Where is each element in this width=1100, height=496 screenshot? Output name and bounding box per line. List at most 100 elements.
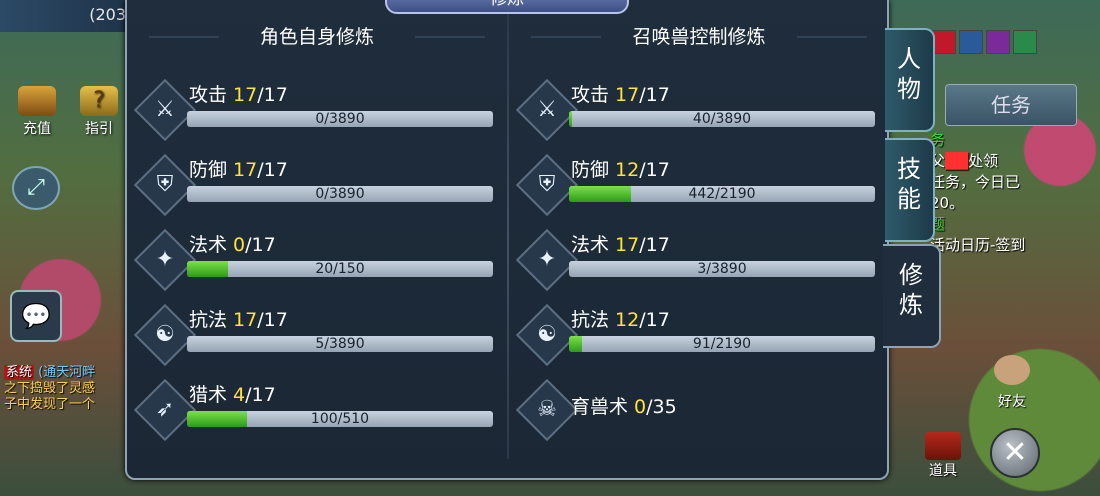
cultivation-level: 4 <box>233 384 246 406</box>
bow-icon: ➶ <box>133 378 197 442</box>
cultivation-max: /17 <box>245 384 276 406</box>
status-gem-bar <box>932 30 1037 56</box>
cultivation-level: 17 <box>233 309 258 331</box>
friends-button[interactable]: 好友 <box>990 355 1034 411</box>
guide-button[interactable]: ? 指引 <box>80 86 118 138</box>
cultivation-label: 攻击 17/17 <box>189 84 288 106</box>
cultivation-level: 17 <box>615 234 640 256</box>
quest-line: 务 <box>930 131 946 149</box>
cultivation-max: /17 <box>257 309 288 331</box>
tab-cultivation[interactable]: 修 炼 <box>883 244 941 348</box>
cultivation-max: /35 <box>646 396 677 418</box>
progress-text: 0/3890 <box>315 111 365 127</box>
cultivation-level: 0 <box>634 396 647 418</box>
quest-line: 任务，今日已 <box>930 173 1021 191</box>
quest-line: 20。 <box>930 194 965 212</box>
cultivation-name: 法术 <box>571 234 610 256</box>
cultivation-row[interactable]: ✦ 法术 17/17 3/3890 <box>515 228 875 294</box>
recharge-label: 充值 <box>23 121 51 137</box>
cultivation-level: 17 <box>233 84 258 106</box>
items-label: 道具 <box>929 463 957 479</box>
chat-system-tag: 系统 <box>4 365 35 380</box>
cultivation-max: /17 <box>639 84 670 106</box>
cultivation-level: 12 <box>615 159 640 181</box>
progress-text: 40/3890 <box>692 111 752 127</box>
cultivation-name: 法术 <box>189 234 228 256</box>
tab-skills[interactable]: 技 能 <box>885 138 935 242</box>
progress-bar: 40/3890 <box>569 111 875 127</box>
cultivation-name: 防御 <box>189 159 228 181</box>
sword-icon: ⚔ <box>515 78 579 142</box>
staff-icon: ✦ <box>515 228 579 292</box>
pet-cultivation-title: 召唤兽控制修炼 <box>509 22 889 49</box>
quest-line: 题 <box>930 215 946 233</box>
treasure-chest-icon <box>18 86 56 116</box>
cultivation-row[interactable]: ☯ 抗法 17/17 5/3890 <box>133 303 493 369</box>
recharge-button[interactable]: 充值 <box>18 86 56 138</box>
progress-bar: 3/3890 <box>569 261 875 277</box>
progress-bar: 5/3890 <box>187 336 493 352</box>
cultivation-max: /17 <box>639 159 670 181</box>
currency-value: (203 <box>89 5 126 24</box>
yin-yang-icon: ☯ <box>133 303 197 367</box>
currency-display: (203 <box>0 0 130 32</box>
progress-text: 442/2190 <box>688 186 756 202</box>
cultivation-row[interactable]: ⚔ 攻击 17/17 40/3890 <box>515 78 875 144</box>
progress-bar: 0/3890 <box>187 186 493 202</box>
chat-bubble-icon[interactable]: 💬 <box>10 290 62 342</box>
chat-message-2: 子中发现了一个 <box>4 397 96 412</box>
progress-bar: 20/150 <box>187 261 493 277</box>
yin-yang-icon: ☯ <box>515 303 579 367</box>
tab-cultivation-label: 修 炼 <box>899 261 923 319</box>
character-cultivation-title: 角色自身修炼 <box>127 22 507 49</box>
cultivation-row[interactable]: ✦ 法术 0/17 20/150 <box>133 228 493 294</box>
quest-tracker[interactable]: 务 父██处领 任务，今日已 20。 题 活动日历-签到 <box>930 130 1080 256</box>
chat-log: 系统 (通天河畔 之下捣毁了灵感 子中发现了一个 <box>4 365 124 413</box>
chat-message-1: 之下捣毁了灵感 <box>4 381 96 396</box>
cultivation-label: 防御 12/17 <box>571 159 670 181</box>
cultivation-row[interactable]: ⛨ 防御 12/17 442/2190 <box>515 153 875 219</box>
cultivation-max: /17 <box>639 309 670 331</box>
cultivation-name: 抗法 <box>189 309 228 331</box>
cultivation-level: 0 <box>233 234 246 256</box>
cultivation-level: 12 <box>615 309 640 331</box>
progress-bar: 0/3890 <box>187 111 493 127</box>
handshake-icon <box>994 355 1030 385</box>
cultivation-row[interactable]: ⛨ 防御 17/17 0/3890 <box>133 153 493 219</box>
quest-button[interactable]: 任务 <box>945 84 1077 126</box>
shield-icon: ⛨ <box>515 153 579 217</box>
cultivation-label: 育兽术 0/35 <box>571 396 677 418</box>
shield-icon: ⛨ <box>133 153 197 217</box>
cultivation-row[interactable]: ☯ 抗法 12/17 91/2190 <box>515 303 875 369</box>
tab-character[interactable]: 人 物 <box>885 28 935 132</box>
beast-skull-icon: ☠ <box>515 378 579 442</box>
cultivation-label: 抗法 17/17 <box>189 309 288 331</box>
cultivation-row[interactable]: ☠ 育兽术 0/35 <box>515 378 875 444</box>
buff-gem-icon <box>1013 30 1037 54</box>
heart-gem-icon <box>932 30 956 54</box>
quest-line: 父██处领 <box>930 152 999 170</box>
chat-channel: (通天河畔 <box>38 365 96 380</box>
items-button[interactable]: 道具 <box>918 432 968 480</box>
cultivation-row[interactable]: ⚔ 攻击 17/17 0/3890 <box>133 78 493 144</box>
progress-text: 5/3890 <box>315 336 365 352</box>
cultivation-label: 抗法 12/17 <box>571 309 670 331</box>
cultivation-max: /17 <box>639 234 670 256</box>
friends-label: 好友 <box>998 394 1026 410</box>
cultivation-name: 防御 <box>571 159 610 181</box>
expand-icon[interactable]: ⤢ <box>12 166 60 210</box>
quest-line: 活动日历-签到 <box>930 236 1026 254</box>
staff-icon: ✦ <box>133 228 197 292</box>
cultivation-level: 17 <box>615 84 640 106</box>
cultivation-label: 防御 17/17 <box>189 159 288 181</box>
buff-gem-icon <box>959 30 983 54</box>
cultivation-label: 法术 17/17 <box>571 234 670 256</box>
cultivation-label: 攻击 17/17 <box>571 84 670 106</box>
cultivation-label: 猎术 4/17 <box>189 384 276 406</box>
progress-text: 100/510 <box>310 411 370 427</box>
progress-text: 91/2190 <box>692 336 752 352</box>
tab-character-label: 人 物 <box>897 45 921 103</box>
tab-skills-label: 技 能 <box>897 155 921 213</box>
cultivation-row[interactable]: ➶ 猎术 4/17 100/510 <box>133 378 493 444</box>
close-button[interactable]: ✕ <box>990 428 1040 478</box>
